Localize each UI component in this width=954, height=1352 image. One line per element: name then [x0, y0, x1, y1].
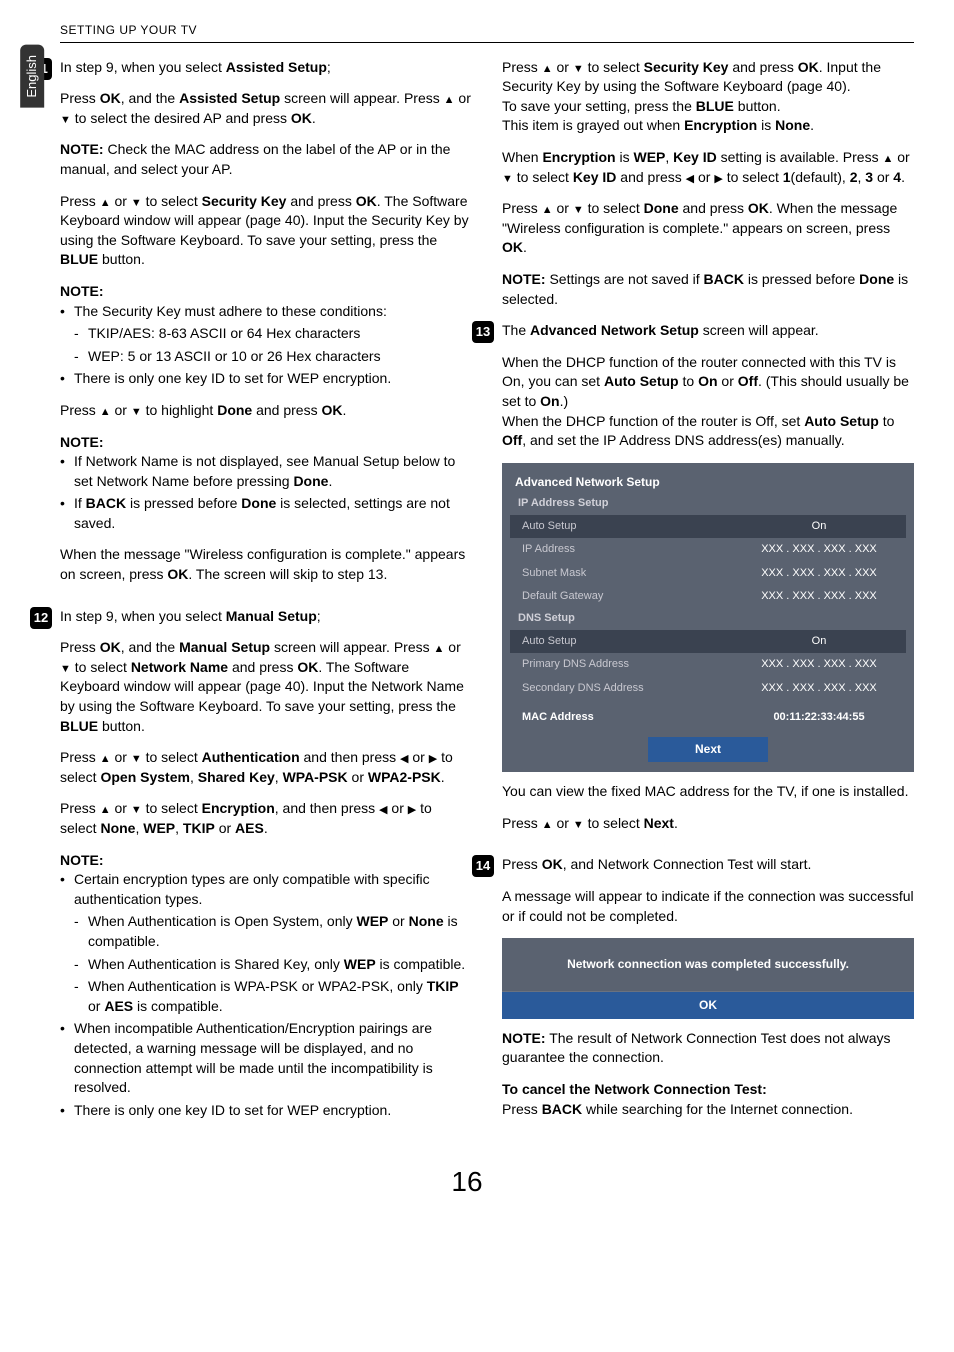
up-arrow-icon — [542, 200, 553, 216]
note-block: NOTE: Certain encryption types are only … — [60, 851, 472, 1121]
note-paragraph: NOTE: The result of Network Connection T… — [502, 1029, 914, 1068]
step-12-marker: 12 — [30, 607, 52, 629]
up-arrow-icon — [542, 815, 553, 831]
left-arrow-icon — [379, 800, 387, 816]
down-arrow-icon — [131, 749, 142, 765]
list-item: When incompatible Authentication/Encrypt… — [60, 1019, 472, 1097]
osd-next-button: Next — [648, 737, 768, 762]
paragraph: When the DHCP function of the router con… — [502, 353, 914, 451]
osd-ok-button: OK — [502, 991, 914, 1019]
osd-row-auto-setup: Auto SetupOn — [510, 515, 906, 538]
list-item: There is only one key ID to set for WEP … — [60, 369, 472, 389]
left-arrow-icon — [400, 749, 408, 765]
paragraph: When Encryption is WEP, Key ID setting i… — [502, 148, 914, 187]
up-arrow-icon — [434, 639, 445, 655]
osd-title: Advanced Network Setup — [510, 471, 906, 494]
down-arrow-icon — [131, 193, 142, 209]
paragraph: Press or to select Security Key and pres… — [502, 58, 914, 136]
up-arrow-icon — [882, 149, 893, 165]
page-header: SETTING UP YOUR TV — [60, 23, 197, 37]
down-arrow-icon — [60, 659, 71, 675]
page-number: 16 — [20, 1162, 914, 1201]
step-14-marker: 14 — [472, 855, 494, 877]
osd-row-ip-address: IP AddressXXX . XXX . XXX . XXX — [510, 538, 906, 561]
osd-section-dns: DNS Setup — [510, 608, 906, 629]
osd-row-mac-address: MAC Address00:11:22:33:44:55 — [510, 706, 906, 729]
left-arrow-icon — [686, 169, 694, 185]
up-arrow-icon — [100, 402, 111, 418]
up-arrow-icon — [100, 193, 111, 209]
right-arrow-icon — [714, 169, 722, 185]
osd-row-subnet-mask: Subnet MaskXXX . XXX . XXX . XXX — [510, 562, 906, 585]
note-paragraph: NOTE: Check the MAC address on the label… — [60, 140, 472, 179]
left-column: 11 In step 9, when you select Assisted S… — [60, 58, 472, 1143]
paragraph: When the message "Wireless configuration… — [60, 545, 472, 584]
list-item: If BACK is pressed before Done is select… — [60, 494, 472, 533]
osd-row-primary-dns: Primary DNS AddressXXX . XXX . XXX . XXX — [510, 653, 906, 676]
right-arrow-icon — [408, 800, 416, 816]
down-arrow-icon — [502, 169, 513, 185]
connection-success-osd: Network connection was completed success… — [502, 938, 914, 1019]
osd-section-ip: IP Address Setup — [510, 493, 906, 514]
note-block: NOTE: If Network Name is not displayed, … — [60, 433, 472, 534]
down-arrow-icon — [573, 59, 584, 75]
osd-row-default-gateway: Default GatewayXXX . XXX . XXX . XXX — [510, 585, 906, 608]
up-arrow-icon — [100, 800, 111, 816]
step-13-marker: 13 — [472, 321, 494, 343]
down-arrow-icon — [60, 110, 71, 126]
paragraph: Press or to highlight Done and press OK. — [60, 401, 472, 421]
paragraph: The Advanced Network Setup screen will a… — [502, 321, 914, 341]
sub-item: When Authentication is Open System, only… — [74, 912, 472, 951]
up-arrow-icon — [444, 90, 455, 106]
right-arrow-icon — [429, 749, 437, 765]
language-tab: English — [20, 45, 44, 108]
paragraph: Press or to select Done and press OK. Wh… — [502, 199, 914, 258]
paragraph: Press OK, and the Assisted Setup screen … — [60, 89, 472, 128]
list-item: The Security Key must adhere to these co… — [60, 302, 472, 367]
list-item: Certain encryption types are only compat… — [60, 870, 472, 1016]
up-arrow-icon — [542, 59, 553, 75]
osd-row-secondary-dns: Secondary DNS AddressXXX . XXX . XXX . X… — [510, 677, 906, 700]
paragraph: Press or to select Encryption, and then … — [60, 799, 472, 838]
step-11-intro: In step 9, when you select Assisted Setu… — [60, 58, 472, 78]
down-arrow-icon — [131, 402, 142, 418]
paragraph: Press or to select Security Key and pres… — [60, 192, 472, 270]
list-item: There is only one key ID to set for WEP … — [60, 1101, 472, 1121]
down-arrow-icon — [573, 200, 584, 216]
step-12-intro: In step 9, when you select Manual Setup; — [60, 607, 472, 627]
paragraph: Press or to select Next. — [502, 814, 914, 834]
paragraph: Press OK, and Network Connection Test wi… — [502, 855, 914, 875]
right-column: Press or to select Security Key and pres… — [502, 58, 914, 1143]
sub-item: When Authentication is WPA-PSK or WPA2-P… — [74, 977, 472, 1016]
sub-item: When Authentication is Shared Key, only … — [74, 955, 472, 975]
cancel-instructions: To cancel the Network Connection Test:Pr… — [502, 1080, 914, 1119]
sub-item: WEP: 5 or 13 ASCII or 10 or 26 Hex chara… — [74, 347, 472, 367]
up-arrow-icon — [100, 749, 111, 765]
sub-item: TKIP/AES: 8-63 ASCII or 64 Hex character… — [74, 324, 472, 344]
paragraph: You can view the fixed MAC address for t… — [502, 782, 914, 802]
down-arrow-icon — [573, 815, 584, 831]
list-item: If Network Name is not displayed, see Ma… — [60, 452, 472, 491]
down-arrow-icon — [131, 800, 142, 816]
osd-success-message: Network connection was completed success… — [502, 938, 914, 991]
paragraph: Press OK, and the Manual Setup screen wi… — [60, 638, 472, 736]
note-paragraph: NOTE: Settings are not saved if BACK is … — [502, 270, 914, 309]
advanced-network-setup-osd: Advanced Network Setup IP Address Setup … — [502, 463, 914, 773]
osd-row-dns-auto-setup: Auto SetupOn — [510, 630, 906, 653]
note-block: NOTE: The Security Key must adhere to th… — [60, 282, 472, 389]
paragraph: A message will appear to indicate if the… — [502, 887, 914, 926]
paragraph: Press or to select Authentication and th… — [60, 748, 472, 787]
